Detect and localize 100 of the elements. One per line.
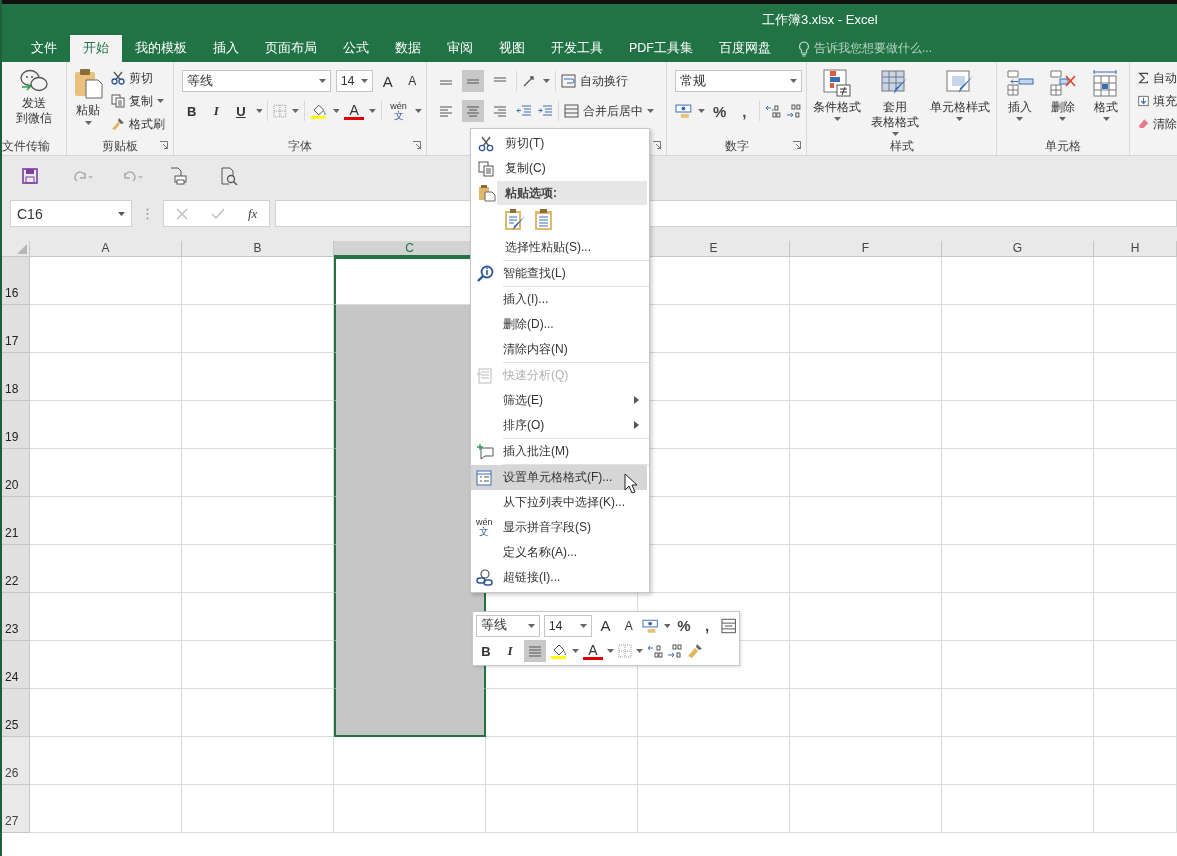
- merge-center-button[interactable]: 合并后居中: [564, 101, 654, 121]
- decrease-indent-icon[interactable]: [516, 104, 532, 118]
- fill-bucket-icon[interactable]: [550, 642, 568, 661]
- select-all-icon[interactable]: [17, 244, 27, 254]
- ribbon-tab[interactable]: 开发工具: [538, 35, 616, 62]
- number-format-field[interactable]: 常规: [675, 70, 802, 92]
- print-preview-icon[interactable]: [169, 167, 187, 185]
- row-header[interactable]: 24: [2, 641, 30, 689]
- horizontal-align-button[interactable]: [462, 100, 484, 122]
- dialog-launcher-icon[interactable]: [653, 141, 661, 149]
- send-to-wechat-button[interactable]: 发送 到微信: [14, 66, 54, 138]
- font-name-field[interactable]: 等线: [182, 70, 331, 92]
- menu-item[interactable]: 设置单元格格式(F)...: [471, 465, 647, 490]
- dialog-launcher-icon[interactable]: [160, 141, 168, 149]
- font-name-field[interactable]: 等线: [476, 614, 540, 637]
- cancel-icon[interactable]: [175, 207, 188, 220]
- row-header[interactable]: 16: [2, 257, 30, 305]
- center-align-button[interactable]: [524, 640, 546, 663]
- ribbon-tab[interactable]: 视图: [486, 35, 538, 62]
- decrease-decimal-icon[interactable]: [765, 103, 782, 119]
- column-header[interactable]: A: [30, 241, 182, 257]
- clipboard-button[interactable]: 复制: [111, 91, 165, 111]
- paintbrush-icon[interactable]: [687, 643, 703, 660]
- paste-formatting-icon[interactable]: [503, 208, 527, 232]
- row-header[interactable]: 22: [2, 545, 30, 593]
- column-header[interactable]: H: [1094, 241, 1177, 257]
- editing-button[interactable]: 自动: [1138, 68, 1177, 88]
- table-cell[interactable]: [334, 689, 486, 737]
- font-style-button[interactable]: I: [206, 100, 227, 122]
- insert-function-button[interactable]: fx: [248, 205, 258, 222]
- font-style-button[interactable]: B: [476, 640, 496, 663]
- row-header[interactable]: 19: [2, 401, 30, 449]
- redo-icon[interactable]: [72, 169, 94, 183]
- paste-button[interactable]: 粘贴: [71, 66, 105, 137]
- ribbon-tab[interactable]: 插入: [200, 35, 252, 62]
- ribbon-tab[interactable]: 文件: [18, 35, 70, 62]
- row-header[interactable]: 23: [2, 593, 30, 641]
- ribbon-tab[interactable]: 页面布局: [252, 35, 330, 62]
- column-header[interactable]: G: [942, 241, 1094, 257]
- fill-bucket-icon[interactable]: [309, 102, 328, 120]
- clipboard-button[interactable]: 格式刷: [111, 114, 165, 134]
- currency-icon[interactable]: [675, 103, 693, 119]
- increase-indent-icon[interactable]: [537, 104, 553, 118]
- save-icon[interactable]: [22, 168, 38, 184]
- ribbon-tab[interactable]: 开始: [70, 35, 122, 62]
- checkmark-icon[interactable]: [210, 207, 225, 220]
- font-style-button[interactable]: U: [231, 100, 251, 122]
- cells-button[interactable]: 删除: [1046, 66, 1080, 137]
- name-box[interactable]: C16: [10, 200, 132, 227]
- style-button[interactable]: 条件格式: [811, 66, 864, 138]
- undo-icon[interactable]: [122, 169, 144, 183]
- ribbon-tab[interactable]: PDF工具集: [616, 35, 706, 62]
- row-header[interactable]: 20: [2, 449, 30, 497]
- font-size-field[interactable]: 14: [543, 614, 592, 637]
- dialog-launcher-icon[interactable]: [413, 141, 421, 149]
- cells-button[interactable]: 插入: [1002, 66, 1037, 137]
- font-style-button[interactable]: I: [500, 640, 520, 663]
- editing-button[interactable]: 清除: [1138, 114, 1177, 134]
- borders-icon[interactable]: [618, 644, 632, 659]
- column-header[interactable]: B: [182, 241, 334, 257]
- percent-button[interactable]: %: [709, 100, 730, 122]
- currency-icon[interactable]: [642, 617, 660, 634]
- ribbon-tab[interactable]: 审阅: [434, 35, 486, 62]
- wrap-text-button[interactable]: 自动换行: [561, 71, 628, 91]
- ribbon-tab[interactable]: 我的模板: [122, 35, 200, 62]
- row-header[interactable]: 21: [2, 497, 30, 545]
- phonetic-button[interactable]: wén 文: [386, 100, 411, 122]
- decrease-decimal-icon[interactable]: [647, 643, 663, 660]
- merge-cells-icon[interactable]: [720, 617, 736, 634]
- row-header[interactable]: 27: [2, 785, 30, 833]
- grow-font-button[interactable]: A: [596, 614, 616, 637]
- row-header[interactable]: 17: [2, 305, 30, 353]
- style-button[interactable]: 套用 表格格式: [869, 66, 922, 138]
- vertical-align-button[interactable]: [462, 70, 484, 92]
- cells-button[interactable]: 格式: [1089, 66, 1124, 137]
- borders-icon[interactable]: [273, 104, 288, 118]
- editing-button[interactable]: 填充: [1138, 91, 1177, 111]
- percent-button[interactable]: %: [674, 614, 694, 637]
- tell-me-search[interactable]: 告诉我您想要做什么...: [798, 35, 932, 62]
- dialog-launcher-icon[interactable]: [793, 141, 801, 149]
- row-header[interactable]: 26: [2, 737, 30, 785]
- shrink-font-button[interactable]: A: [619, 614, 639, 637]
- increase-decimal-icon[interactable]: [786, 103, 802, 119]
- paste-clipboard-icon[interactable]: [533, 208, 555, 232]
- clipboard-button[interactable]: 剪切: [111, 68, 165, 88]
- ribbon-tab[interactable]: 数据: [382, 35, 434, 62]
- font-style-button[interactable]: B: [182, 100, 202, 122]
- style-button[interactable]: 单元格样式: [927, 66, 992, 138]
- comma-style-button[interactable]: ,: [734, 100, 755, 122]
- comma-style-button[interactable]: ,: [697, 614, 717, 637]
- ribbon-tab[interactable]: 百度网盘: [706, 35, 784, 62]
- preview-icon[interactable]: [220, 167, 238, 185]
- grow-font-button[interactable]: A: [377, 70, 398, 92]
- font-color-button[interactable]: A: [344, 102, 364, 120]
- column-header[interactable]: F: [790, 241, 942, 257]
- increase-decimal-icon[interactable]: [667, 643, 683, 660]
- font-size-field[interactable]: 14: [335, 70, 373, 92]
- ribbon-tab[interactable]: 公式: [330, 35, 382, 62]
- font-color-button[interactable]: A: [583, 642, 603, 661]
- row-header[interactable]: 25: [2, 689, 30, 737]
